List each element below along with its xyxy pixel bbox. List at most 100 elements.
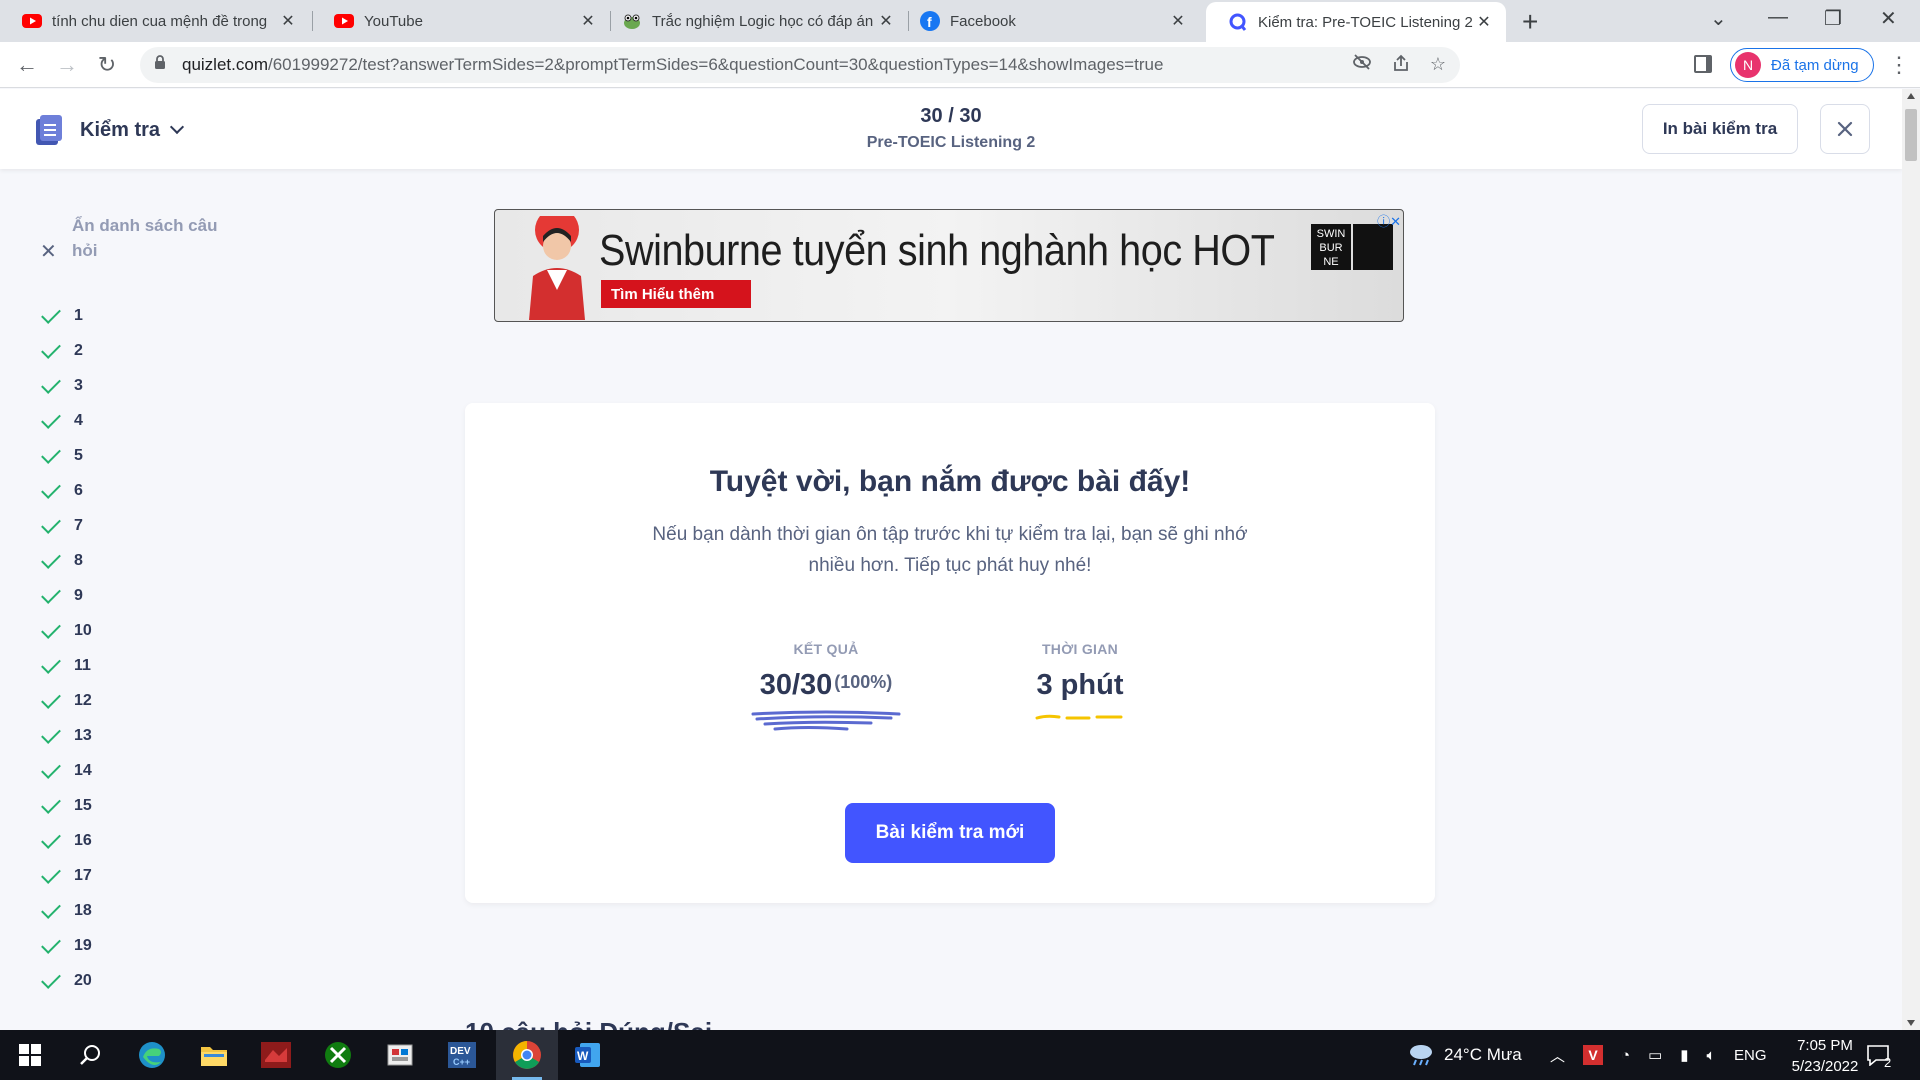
chevron-up-icon[interactable]: ︿	[1550, 1045, 1565, 1066]
side-panel-icon[interactable]	[1694, 55, 1712, 73]
close-tab-icon[interactable]: ✕	[1168, 11, 1188, 31]
close-tab-icon[interactable]: ✕	[1474, 12, 1494, 32]
chrome-icon[interactable]	[511, 1039, 543, 1071]
forward-arrow-icon[interactable]: →	[52, 50, 82, 80]
question-list-item[interactable]: 13	[40, 718, 240, 753]
question-list-item[interactable]: 1	[40, 298, 240, 333]
question-list-item[interactable]: 11	[40, 648, 240, 683]
ad-logo-subtitle	[1353, 224, 1393, 270]
display-icon[interactable]: ▭	[1648, 1046, 1662, 1064]
question-number: 6	[74, 481, 83, 499]
clock[interactable]: 7:05 PM 5/23/2022	[1770, 1035, 1880, 1077]
tab-5-active[interactable]: Kiểm tra: Pre-TOEIC Listening 2 | ✕	[1206, 2, 1506, 42]
checkmark-icon	[41, 408, 61, 429]
svg-text:DEV: DEV	[450, 1046, 471, 1057]
question-list-item[interactable]: 9	[40, 578, 240, 613]
question-list-item[interactable]: 6	[40, 473, 240, 508]
question-list-item[interactable]: 4	[40, 403, 240, 438]
tab-3[interactable]: Trắc nghiệm Logic học có đáp án ✕	[600, 0, 908, 42]
question-list-item[interactable]: 20	[40, 963, 240, 998]
xbox-icon[interactable]	[322, 1039, 354, 1071]
close-tab-icon[interactable]: ✕	[278, 11, 298, 31]
scroll-up-icon[interactable]	[1907, 93, 1915, 99]
restore-button[interactable]: ❐	[1824, 6, 1842, 31]
question-list-item[interactable]: 19	[40, 928, 240, 963]
question-number: 15	[74, 796, 92, 814]
scroll-down-icon[interactable]	[1907, 1020, 1915, 1026]
ad-headline: Swinburne tuyển sinh nghành học HOT	[599, 226, 1275, 275]
tab-title: Trắc nghiệm Logic học có đáp án	[652, 12, 874, 30]
frog-icon	[622, 11, 642, 31]
close-window-button[interactable]: ✕	[1880, 6, 1897, 31]
checkmark-icon	[41, 688, 61, 709]
share-icon[interactable]	[1392, 54, 1410, 77]
close-test-button[interactable]	[1820, 104, 1870, 154]
question-list-item[interactable]: 17	[40, 858, 240, 893]
windows-start-icon[interactable]	[14, 1039, 46, 1071]
battery-icon[interactable]: ▮	[1680, 1046, 1688, 1064]
result-card: Tuyệt vời, bạn nắm được bài đấy! Nếu bạn…	[465, 403, 1435, 903]
search-icon[interactable]	[74, 1039, 106, 1071]
language-indicator[interactable]: ENG	[1734, 1030, 1767, 1080]
checkmark-icon	[41, 373, 61, 394]
question-list-item[interactable]: 10	[40, 613, 240, 648]
question-list-item[interactable]: 8	[40, 543, 240, 578]
ad-banner[interactable]: Swinburne tuyển sinh nghành học HOT Tìm …	[494, 209, 1404, 322]
bookmark-star-icon[interactable]: ☆	[1430, 54, 1446, 77]
question-list-item[interactable]: 14	[40, 753, 240, 788]
print-test-button[interactable]: In bài kiểm tra	[1642, 104, 1798, 154]
question-list-item[interactable]: 16	[40, 823, 240, 858]
more-menu-icon[interactable]: ⋮	[1888, 52, 1910, 78]
tab-4[interactable]: f Facebook ✕	[898, 0, 1200, 42]
browser-tab-strip: tính chu dien cua mệnh đề trong ✕ YouTub…	[0, 0, 1920, 42]
set-title: Pre-TOEIC Listening 2	[866, 134, 1036, 151]
ad-cta-button[interactable]: Tìm Hiểu thêm	[601, 280, 751, 308]
tab-title: Facebook	[950, 12, 1016, 30]
tab-search-icon[interactable]: ⌄	[1710, 6, 1727, 31]
tab-title: Kiểm tra: Pre-TOEIC Listening 2 |	[1258, 13, 1474, 31]
close-icon: ✕	[40, 241, 57, 263]
question-list-item[interactable]: 18	[40, 893, 240, 928]
weather-text: 24°C Mưa	[1444, 1045, 1522, 1064]
new-test-button[interactable]: Bài kiểm tra mới	[845, 803, 1055, 863]
page-scrollbar[interactable]	[1902, 89, 1920, 1030]
close-tab-icon[interactable]: ✕	[876, 11, 896, 31]
dev-cpp-icon[interactable]: DEV C++	[446, 1039, 478, 1071]
ad-info-close-icon[interactable]: ⓘ✕	[1377, 211, 1401, 230]
word-icon[interactable]: W	[572, 1039, 604, 1071]
edge-browser-icon[interactable]	[136, 1039, 168, 1071]
question-list-item[interactable]: 12	[40, 683, 240, 718]
wifi-icon[interactable]: ◔	[1621, 1047, 1630, 1064]
question-number: 3	[74, 376, 83, 394]
new-tab-button[interactable]: +	[1522, 6, 1538, 38]
file-explorer-icon[interactable]	[198, 1039, 230, 1071]
result-message: Nếu bạn dành thời gian ôn tập trước khi …	[652, 524, 1248, 576]
checkmark-icon	[41, 933, 61, 954]
scrollbar-thumb[interactable]	[1905, 109, 1917, 161]
question-list-item[interactable]: 2	[40, 333, 240, 368]
question-number: 14	[74, 761, 92, 779]
lock-icon[interactable]	[154, 55, 170, 75]
checkmark-icon	[41, 338, 61, 359]
hide-question-list-toggle[interactable]: ✕ Ẩn danh sách câu hỏi	[40, 213, 240, 264]
profile-button[interactable]: N Đã tạm dừng	[1730, 48, 1874, 82]
back-arrow-icon[interactable]: ←	[12, 50, 42, 80]
notifications-button[interactable]: 2	[1866, 1030, 1891, 1080]
eye-off-icon[interactable]	[1352, 54, 1372, 77]
minimize-button[interactable]: —	[1768, 6, 1788, 29]
question-list-item[interactable]: 5	[40, 438, 240, 473]
tab-2[interactable]: YouTube ✕	[312, 0, 610, 42]
vietkey-icon[interactable]: V	[1583, 1045, 1604, 1065]
game-app-icon[interactable]	[260, 1039, 292, 1071]
question-list-item[interactable]: 3	[40, 368, 240, 403]
close-tab-icon[interactable]: ✕	[578, 11, 598, 31]
address-bar[interactable]: quizlet.com/601999272/test?answerTermSid…	[140, 47, 1460, 83]
profile-status-label: Đã tạm dừng	[1771, 56, 1859, 74]
reload-icon[interactable]: ↻	[92, 50, 122, 80]
question-list-item[interactable]: 15	[40, 788, 240, 823]
weather-widget[interactable]: 24°C Mưa	[1408, 1030, 1522, 1080]
snipping-tool-icon[interactable]	[384, 1039, 416, 1071]
question-list-item[interactable]: 7	[40, 508, 240, 543]
volume-icon[interactable]: 🔈︎	[1707, 1047, 1716, 1064]
tab-1[interactable]: tính chu dien cua mệnh đề trong ✕	[0, 0, 310, 42]
